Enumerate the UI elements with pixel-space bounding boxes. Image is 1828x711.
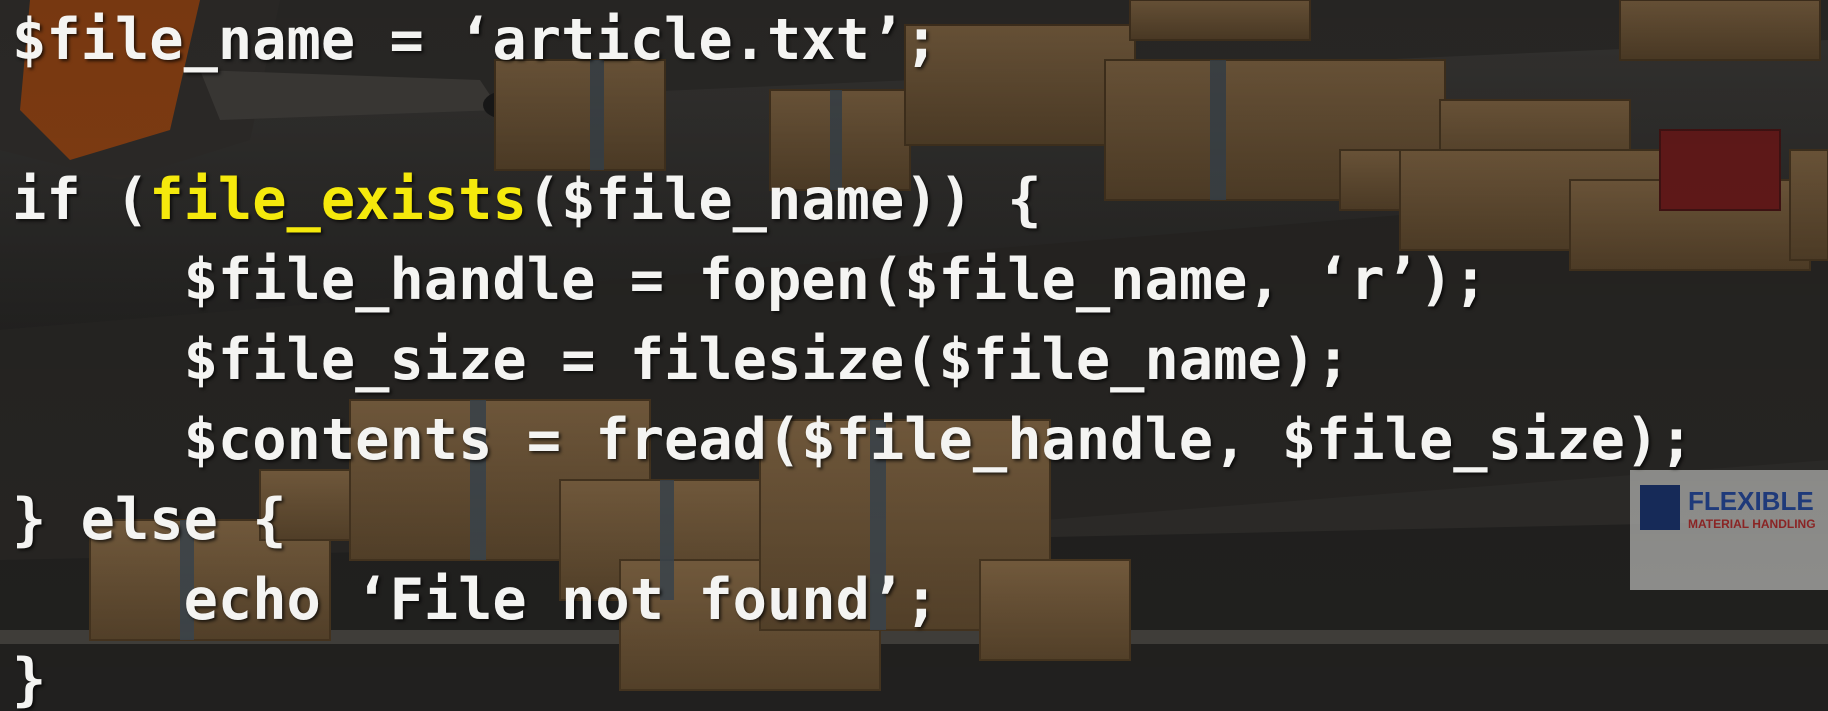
code-line-9: } xyxy=(12,647,47,711)
code-line-4: $file_handle = fopen($file_name, ‘r’); xyxy=(12,247,1488,313)
code-slide: FLEXIBLE MATERIAL HANDLING $file_name = … xyxy=(0,0,1828,711)
sign-text-1: FLEXIBLE xyxy=(1688,486,1814,516)
code-token-args: ($file_name)) { xyxy=(526,167,1042,233)
code-line-8: echo ‘File not found’; xyxy=(12,567,939,633)
code-line-1: $file_name = ‘article.txt’; xyxy=(12,7,939,73)
code-token-if: if ( xyxy=(12,167,150,233)
code-line-7: } else { xyxy=(12,487,287,553)
code-line-6: $contents = fread($file_handle, $file_si… xyxy=(12,407,1694,473)
code-line-5: $file_size = filesize($file_name); xyxy=(12,327,1351,393)
code-line-3: if (file_exists($file_name)) { xyxy=(12,160,1694,240)
php-code-block: $file_name = ‘article.txt’; if (file_exis… xyxy=(12,0,1694,711)
code-token-file-exists: file_exists xyxy=(149,167,527,233)
sign-text-2: MATERIAL HANDLING xyxy=(1688,517,1816,531)
code-line-2-blank xyxy=(12,80,1694,160)
